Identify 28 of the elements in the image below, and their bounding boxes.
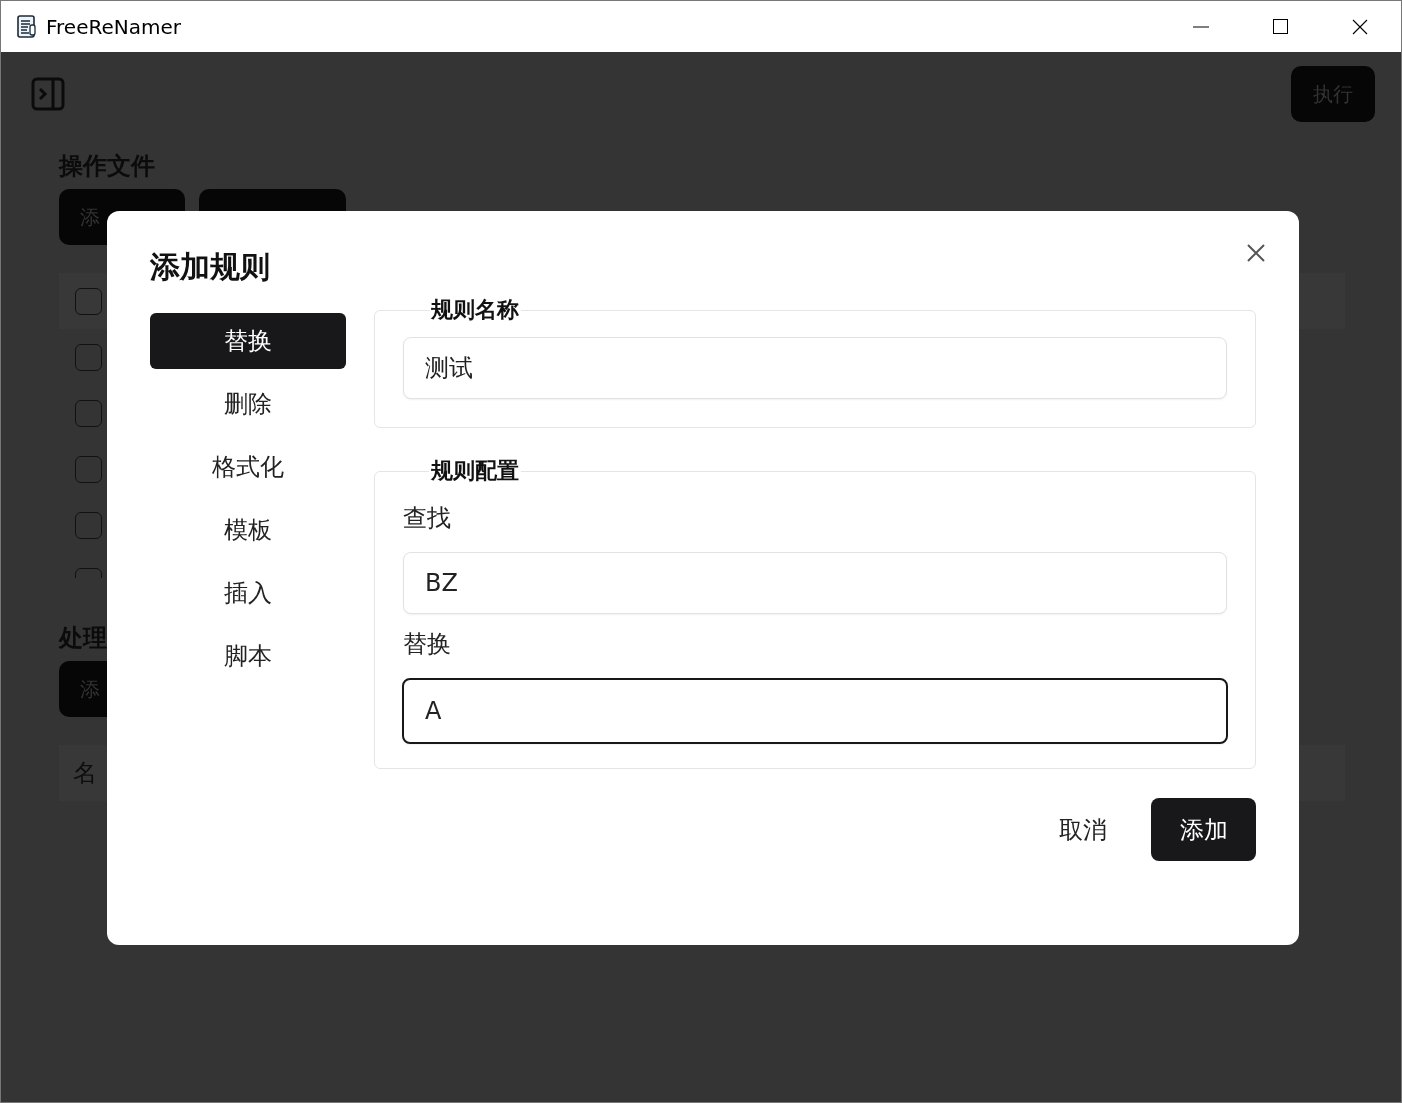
rule-type-tab[interactable]: 格式化 [150,439,346,495]
group-legend: 规则名称 [429,295,521,325]
dialog-title: 添加规则 [150,248,271,286]
cancel-button[interactable]: 取消 [1055,798,1111,861]
rule-type-tab[interactable]: 插入 [150,565,346,621]
rule-type-tab[interactable]: 脚本 [150,628,346,684]
rule-type-tab[interactable]: 替换 [150,313,346,369]
row-checkbox[interactable] [75,343,102,371]
text-field[interactable]: A [402,678,1228,744]
row-checkbox[interactable] [75,399,102,427]
minimize-icon[interactable] [1193,25,1209,28]
close-icon[interactable] [1352,18,1368,35]
close-icon[interactable] [1247,244,1265,262]
field-label: 替换 [403,629,452,660]
window-title: FreeReNamer [46,14,181,39]
field-label: 查找 [403,503,452,534]
group-legend: 规则配置 [429,456,521,486]
text-field[interactable]: BZ [403,552,1227,614]
app-icon [16,14,38,39]
rule-type-tab[interactable]: 删除 [150,376,346,432]
row-checkbox[interactable] [75,455,102,483]
rule-type-tab[interactable]: 模板 [150,502,346,558]
maximize-icon[interactable] [1273,19,1288,34]
row-checkbox[interactable] [75,511,102,539]
row-checkbox[interactable] [75,287,102,315]
rule-name-field[interactable]: 测试 [403,337,1227,399]
sidebar-toggle-icon[interactable] [31,77,65,111]
add-button[interactable]: 添加 [1151,798,1256,861]
